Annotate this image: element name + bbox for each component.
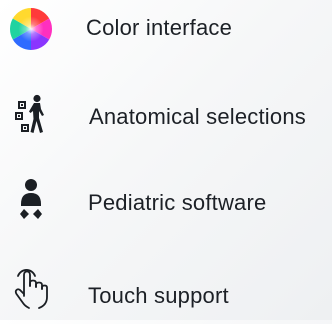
- feature-color-interface: Color interface: [0, 6, 332, 66]
- baby-icon: [20, 179, 42, 219]
- feature-touch-support: Touch support: [0, 264, 332, 324]
- feature-anatomical-selections: Anatomical selections: [0, 92, 332, 152]
- feature-list: Color interface Anatomical selections Pe…: [0, 0, 332, 320]
- color-wheel-icon: [9, 8, 53, 50]
- feature-label: Pediatric software: [88, 190, 267, 215]
- feature-label: Color interface: [86, 15, 233, 40]
- feature-label: Touch support: [88, 283, 229, 308]
- touch-hand-icon: [14, 269, 48, 309]
- feature-pediatric-software: Pediatric software: [0, 178, 332, 238]
- feature-label: Anatomical selections: [89, 104, 306, 129]
- anatomy-selection-icon: [15, 94, 44, 133]
